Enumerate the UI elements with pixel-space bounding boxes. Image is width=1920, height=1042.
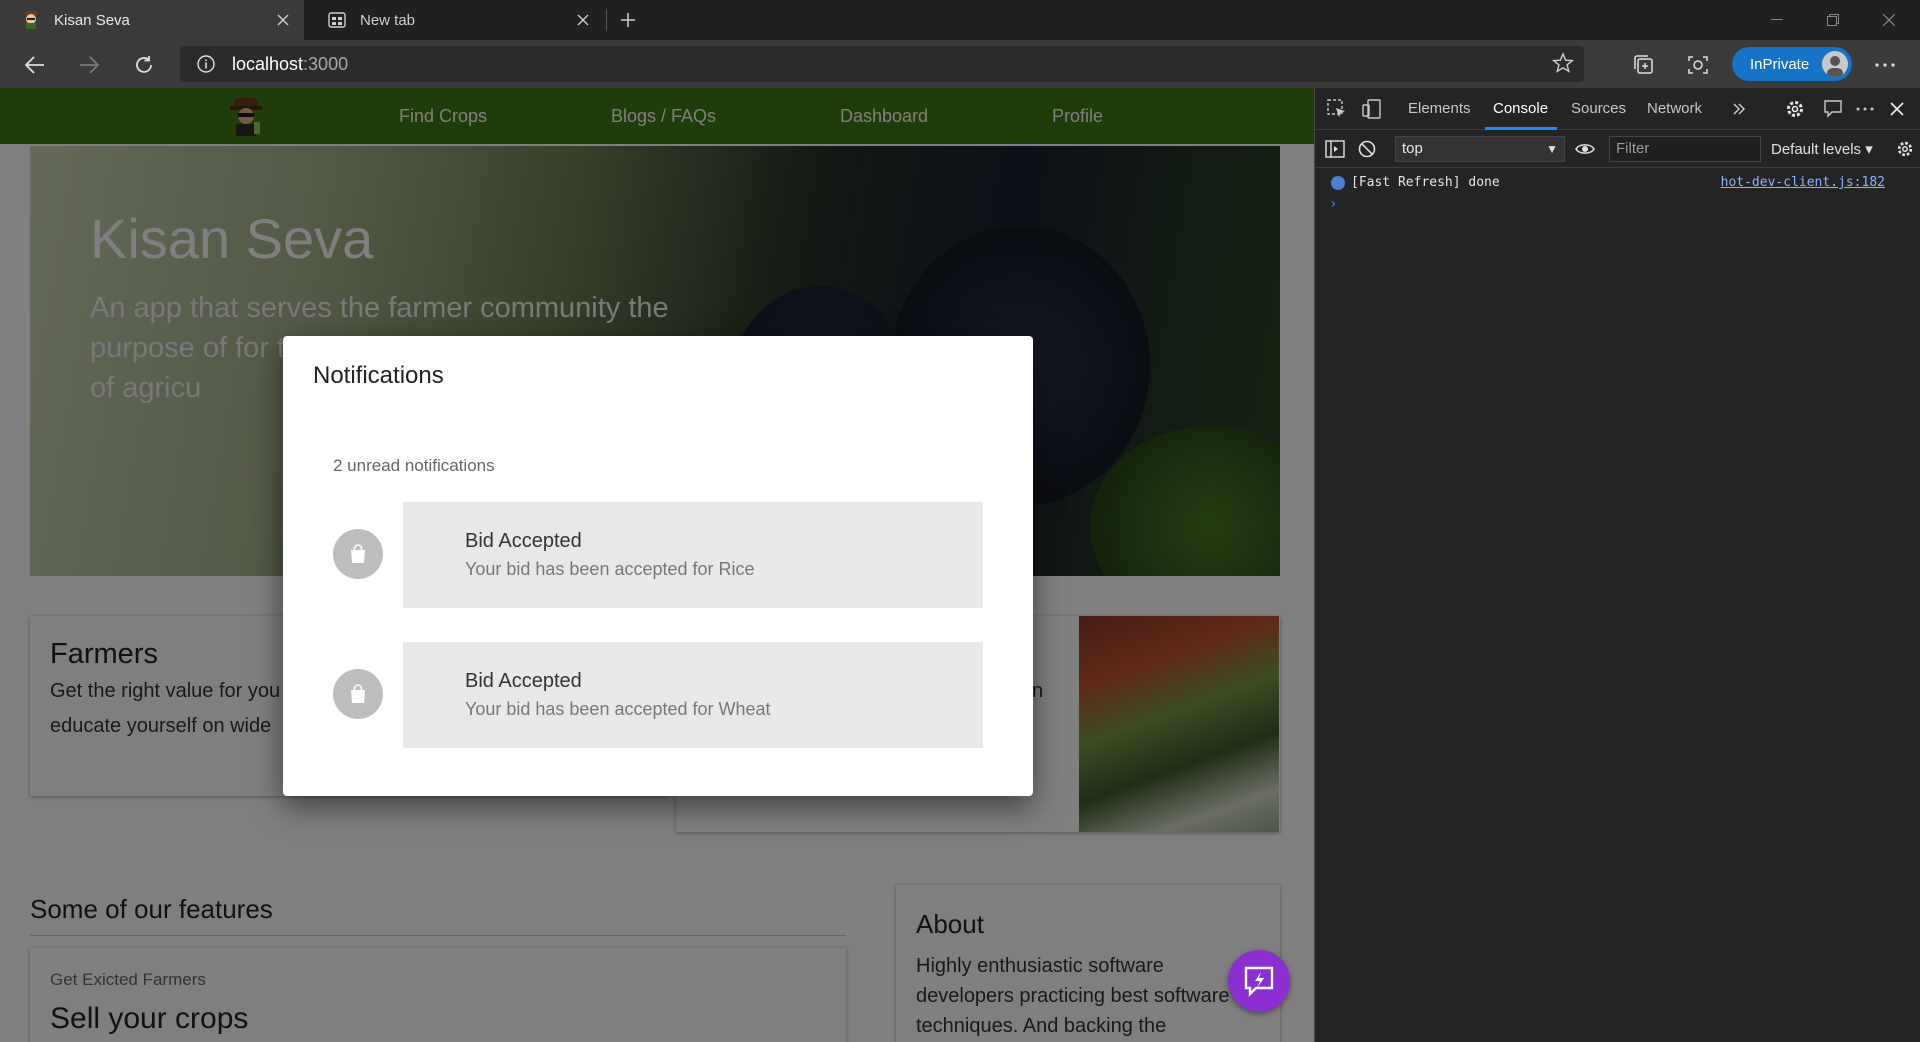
devtools-tab-bar: Elements Console Sources Network bbox=[1315, 88, 1920, 130]
notifications-dialog: Notifications 2 unread notifications Bid… bbox=[283, 336, 1033, 796]
inspect-element-icon[interactable] bbox=[1325, 97, 1349, 121]
dropdown-arrow-icon: ▼ bbox=[1546, 142, 1558, 156]
url-text: localhost:3000 bbox=[232, 54, 348, 75]
devtools-panel: Elements Console Sources Network top ▼ F… bbox=[1314, 88, 1920, 1042]
tab-network[interactable]: Network bbox=[1647, 100, 1702, 117]
url-host: localhost bbox=[232, 53, 304, 74]
shopping-bag-icon bbox=[333, 529, 383, 579]
refresh-button[interactable] bbox=[127, 48, 161, 82]
refresh-icon bbox=[136, 56, 152, 73]
avatar bbox=[1822, 51, 1848, 77]
tab-console[interactable]: Console bbox=[1493, 100, 1548, 117]
inprivate-profile-button[interactable]: InPrivate bbox=[1732, 47, 1852, 81]
more-horizontal-icon bbox=[1875, 63, 1895, 67]
console-prompt[interactable]: › bbox=[1329, 196, 1337, 212]
shopping-bag-icon bbox=[333, 669, 383, 719]
page-viewport: Find Crops Blogs / FAQs Dashboard Profil… bbox=[0, 88, 1314, 1042]
info-badge-icon bbox=[1331, 176, 1345, 190]
tab-sources[interactable]: Sources bbox=[1571, 100, 1626, 117]
dialog-title: Notifications bbox=[313, 362, 444, 389]
log-message: [Fast Refresh] done bbox=[1351, 175, 1500, 190]
restore-button[interactable] bbox=[1806, 0, 1860, 40]
inprivate-label: InPrivate bbox=[1750, 55, 1810, 73]
farmer-favicon-icon bbox=[20, 9, 42, 31]
new-tab-button[interactable] bbox=[612, 4, 644, 36]
feedback-fab-button[interactable] bbox=[1228, 950, 1290, 1012]
chat-lightning-icon bbox=[1244, 966, 1274, 997]
browser-toolbar: localhost:3000 InPrivate bbox=[0, 40, 1920, 88]
sidebar-toggle-icon[interactable] bbox=[1323, 137, 1347, 161]
notification-text: Your bid has been accepted for Rice bbox=[465, 559, 755, 579]
notification-body[interactable]: Bid Accepted Your bid has been accepted … bbox=[403, 502, 983, 608]
more-options-icon[interactable] bbox=[1853, 97, 1877, 121]
gear-icon[interactable] bbox=[1783, 97, 1807, 121]
arrow-right-icon bbox=[80, 56, 99, 74]
notification-title: Bid Accepted bbox=[465, 530, 582, 552]
favorite-star-icon[interactable] bbox=[1551, 52, 1575, 79]
log-source-link[interactable]: hot-dev-client.js:182 bbox=[1721, 175, 1885, 190]
close-icon[interactable] bbox=[1885, 97, 1909, 121]
minimize-button[interactable] bbox=[1750, 0, 1804, 40]
notification-body[interactable]: Bid Accepted Your bid has been accepted … bbox=[403, 642, 983, 748]
notification-title: Bid Accepted bbox=[465, 670, 582, 692]
forward-button[interactable] bbox=[72, 48, 106, 82]
browser-tab-strip: Kisan Seva New tab bbox=[0, 0, 1920, 40]
address-bar[interactable]: localhost:3000 bbox=[180, 46, 1584, 82]
tab-elements[interactable]: Elements bbox=[1408, 100, 1471, 117]
log-levels-dropdown[interactable]: Default levels ▾ bbox=[1771, 140, 1873, 158]
settings-more-button[interactable] bbox=[1868, 48, 1902, 82]
tab-title: Kisan Seva bbox=[54, 11, 130, 29]
console-toolbar: top ▼ Filter Default levels ▾ bbox=[1315, 130, 1920, 168]
new-tab-page-icon bbox=[326, 9, 348, 31]
context-select[interactable]: top ▼ bbox=[1395, 136, 1565, 162]
tab-title: New tab bbox=[360, 11, 416, 29]
browser-tab-kisan-seva[interactable]: Kisan Seva bbox=[0, 0, 304, 40]
notification-item[interactable]: Bid Accepted Your bid has been accepted … bbox=[333, 642, 983, 748]
collections-icon bbox=[1634, 55, 1653, 74]
plus-icon bbox=[621, 13, 635, 27]
context-value: top bbox=[1402, 140, 1423, 157]
clear-console-icon[interactable] bbox=[1355, 137, 1379, 161]
minimize-icon bbox=[1771, 19, 1783, 20]
eye-icon[interactable] bbox=[1573, 137, 1597, 161]
feedback-icon[interactable] bbox=[1821, 97, 1845, 121]
arrow-left-icon bbox=[25, 56, 44, 74]
browser-tab-new-tab[interactable]: New tab bbox=[306, 0, 604, 40]
console-settings-gear-icon[interactable] bbox=[1893, 137, 1917, 161]
screenshot-icon bbox=[1688, 56, 1708, 74]
more-tabs-chevron-icon[interactable] bbox=[1727, 97, 1751, 121]
device-toolbar-icon[interactable] bbox=[1360, 97, 1384, 121]
console-log-entry: [Fast Refresh] done hot-dev-client.js:18… bbox=[1315, 172, 1920, 196]
unread-count: 2 unread notifications bbox=[333, 456, 495, 475]
notification-item[interactable]: Bid Accepted Your bid has been accepted … bbox=[333, 502, 983, 608]
window-close-button[interactable] bbox=[1862, 0, 1916, 40]
tab-divider bbox=[606, 9, 607, 31]
levels-label: Default levels bbox=[1771, 141, 1862, 158]
restore-icon bbox=[1827, 14, 1839, 26]
close-icon[interactable] bbox=[568, 5, 598, 35]
url-port: :3000 bbox=[303, 53, 349, 74]
site-info-icon[interactable] bbox=[194, 52, 218, 76]
close-icon[interactable] bbox=[268, 5, 298, 35]
screenshot-button[interactable] bbox=[1681, 48, 1715, 82]
close-icon bbox=[1883, 14, 1895, 26]
console-filter-input[interactable]: Filter bbox=[1609, 136, 1761, 162]
notification-text: Your bid has been accepted for Wheat bbox=[465, 699, 771, 719]
back-button[interactable] bbox=[18, 48, 52, 82]
collections-button[interactable] bbox=[1627, 48, 1661, 82]
